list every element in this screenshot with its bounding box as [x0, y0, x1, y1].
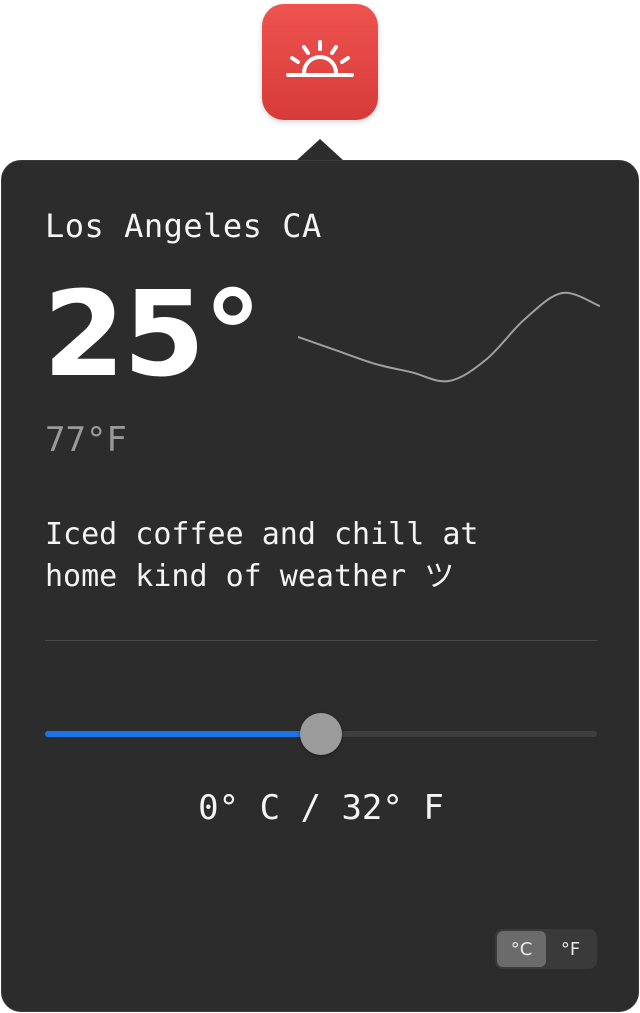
weather-popover: Los Angeles CA 25° 77°F Iced coffee and …	[1, 160, 639, 1012]
temperature-slider[interactable]	[45, 713, 597, 755]
trend-path	[298, 291, 600, 383]
description-line-1: Iced coffee and chill at	[45, 517, 479, 552]
temperature-fahrenheit: 77°F	[45, 420, 127, 460]
temperature-trend-line	[298, 291, 600, 383]
unit-fahrenheit-button[interactable]: °F	[546, 931, 595, 967]
sunrise-icon	[286, 40, 354, 77]
slider-thumb[interactable]	[300, 713, 342, 755]
conversion-readout: 0° C / 32° F	[198, 788, 444, 828]
slider-fill	[45, 731, 321, 737]
divider	[45, 640, 597, 641]
popover-arrow	[296, 139, 344, 161]
description-line-2: home kind of weather ツ	[45, 559, 455, 594]
location-label: Los Angeles CA	[45, 207, 322, 245]
unit-celsius-button[interactable]: °C	[497, 931, 546, 967]
app-icon-button[interactable]	[262, 4, 378, 120]
unit-toggle[interactable]: °C °F	[495, 929, 597, 969]
weather-description: Iced coffee and chill at home kind of we…	[45, 514, 605, 598]
temperature-main: 25°	[43, 265, 262, 403]
